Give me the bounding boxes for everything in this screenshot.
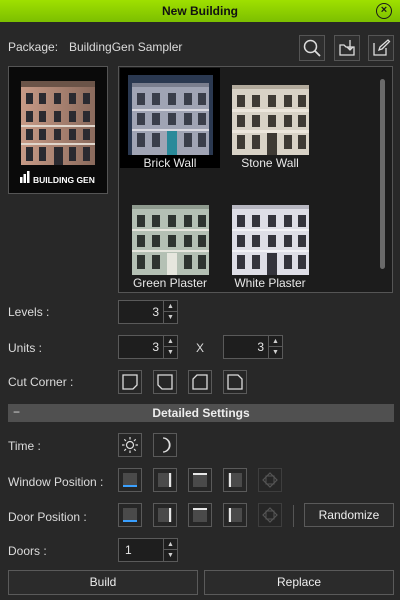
gallery-item-label: White Plaster — [234, 276, 306, 290]
units-width-increment-icon[interactable]: ▲ — [164, 336, 177, 347]
levels-label: Levels : — [8, 305, 50, 319]
door-position-all-button[interactable] — [258, 503, 282, 527]
position-top-icon — [193, 473, 207, 487]
position-all-icon — [262, 507, 278, 523]
replace-button[interactable]: Replace — [204, 570, 394, 595]
edit-button[interactable] — [368, 35, 394, 61]
units-label: Units : — [8, 341, 43, 355]
doors-value: 1 — [125, 543, 132, 557]
units-width-stepper[interactable]: 3 ▲ ▼ — [118, 335, 178, 359]
search-button[interactable] — [299, 35, 325, 61]
levels-decrement-icon[interactable]: ▼ — [164, 312, 177, 323]
moon-icon — [162, 437, 171, 453]
import-icon — [339, 40, 355, 56]
window-position-label: Window Position : — [8, 475, 104, 489]
position-bottom-icon — [123, 473, 137, 487]
position-left-icon — [228, 473, 242, 487]
cut-corner-top-left-button[interactable] — [188, 370, 212, 394]
gallery-item-green-plaster[interactable]: Green Plaster — [120, 188, 220, 290]
gallery-scrollbar[interactable] — [380, 79, 385, 269]
position-all-icon — [262, 472, 278, 488]
door-position-top-button[interactable] — [188, 503, 212, 527]
detailed-settings-title: Detailed Settings — [152, 406, 250, 420]
gallery-item-label: Stone Wall — [241, 156, 299, 170]
units-depth-value: 3 — [257, 340, 264, 354]
window-position-top-button[interactable] — [188, 468, 212, 492]
door-position-label: Door Position : — [8, 510, 87, 524]
door-position-bottom-button[interactable] — [118, 503, 142, 527]
time-day-button[interactable] — [118, 433, 142, 457]
window-position-all-button[interactable] — [258, 468, 282, 492]
randomize-button[interactable]: Randomize — [304, 503, 394, 527]
brick-wall-thumbnail — [128, 75, 213, 155]
cut-corner-bottom-left-button[interactable] — [153, 370, 177, 394]
gallery-item-stone-wall[interactable]: Stone Wall — [220, 68, 320, 170]
divider — [293, 505, 294, 527]
door-position-right-button[interactable] — [153, 503, 177, 527]
title-bar: New Building × — [0, 0, 400, 22]
units-separator: X — [196, 341, 205, 355]
levels-increment-icon[interactable]: ▲ — [164, 301, 177, 312]
stone-wall-thumbnail — [228, 75, 313, 155]
position-top-icon — [193, 508, 207, 522]
doors-stepper[interactable]: 1 ▲ ▼ — [118, 538, 178, 562]
collapse-icon[interactable]: − — [13, 404, 20, 421]
cut-corner-bottom-right-icon — [122, 374, 138, 390]
cut-corner-bottom-right-button[interactable] — [118, 370, 142, 394]
units-depth-stepper[interactable]: 3 ▲ ▼ — [223, 335, 283, 359]
doors-decrement-icon[interactable]: ▼ — [164, 550, 177, 561]
detailed-settings-header[interactable]: Detailed Settings − — [8, 404, 394, 422]
time-night-button[interactable] — [153, 433, 177, 457]
import-button[interactable] — [334, 35, 360, 61]
gallery-item-white-plaster[interactable]: White Plaster — [220, 188, 320, 290]
white-plaster-thumbnail — [228, 195, 313, 275]
position-bottom-icon — [123, 508, 137, 522]
cut-corner-bottom-left-icon — [157, 374, 173, 390]
gallery-item-brick-wall[interactable]: Brick Wall — [120, 68, 220, 170]
close-icon[interactable]: × — [376, 3, 392, 19]
levels-stepper[interactable]: 3 ▲ ▼ — [118, 300, 178, 324]
building-gen-logo: BUILDING GEN — [33, 175, 95, 185]
window-position-right-button[interactable] — [153, 468, 177, 492]
time-label: Time : — [8, 439, 41, 453]
position-left-icon — [228, 508, 242, 522]
gallery-item-label: Green Plaster — [132, 276, 208, 290]
style-gallery[interactable]: Brick Wall Stone Wall Green Plaster Whit… — [118, 66, 393, 293]
door-position-left-button[interactable] — [223, 503, 247, 527]
units-depth-decrement-icon[interactable]: ▼ — [269, 347, 282, 358]
green-plaster-thumbnail — [128, 195, 213, 275]
doors-label: Doors : — [8, 544, 47, 558]
position-right-icon — [158, 508, 172, 522]
cut-corner-label: Cut Corner : — [8, 375, 74, 389]
cut-corner-top-right-icon — [227, 374, 243, 390]
doors-increment-icon[interactable]: ▲ — [164, 539, 177, 550]
sun-icon — [122, 437, 138, 453]
building-preview-image: BUILDING GEN — [20, 81, 95, 185]
cut-corner-top-right-button[interactable] — [223, 370, 247, 394]
package-label: Package: — [8, 40, 59, 54]
cut-corner-top-left-icon — [192, 374, 208, 390]
units-width-decrement-icon[interactable]: ▼ — [164, 347, 177, 358]
search-icon — [303, 39, 321, 57]
package-name: BuildingGen Sampler — [69, 40, 183, 54]
gallery-item-label: Brick Wall — [143, 156, 197, 170]
position-right-icon — [158, 473, 172, 487]
window-position-bottom-button[interactable] — [118, 468, 142, 492]
build-button[interactable]: Build — [8, 570, 198, 595]
building-gen-logo-icon — [20, 171, 30, 183]
edit-icon — [373, 39, 391, 56]
building-preview: BUILDING GEN — [8, 66, 108, 194]
window-title: New Building — [162, 4, 238, 18]
units-width-value: 3 — [152, 340, 159, 354]
units-depth-increment-icon[interactable]: ▲ — [269, 336, 282, 347]
window-position-left-button[interactable] — [223, 468, 247, 492]
levels-value: 3 — [152, 305, 159, 319]
